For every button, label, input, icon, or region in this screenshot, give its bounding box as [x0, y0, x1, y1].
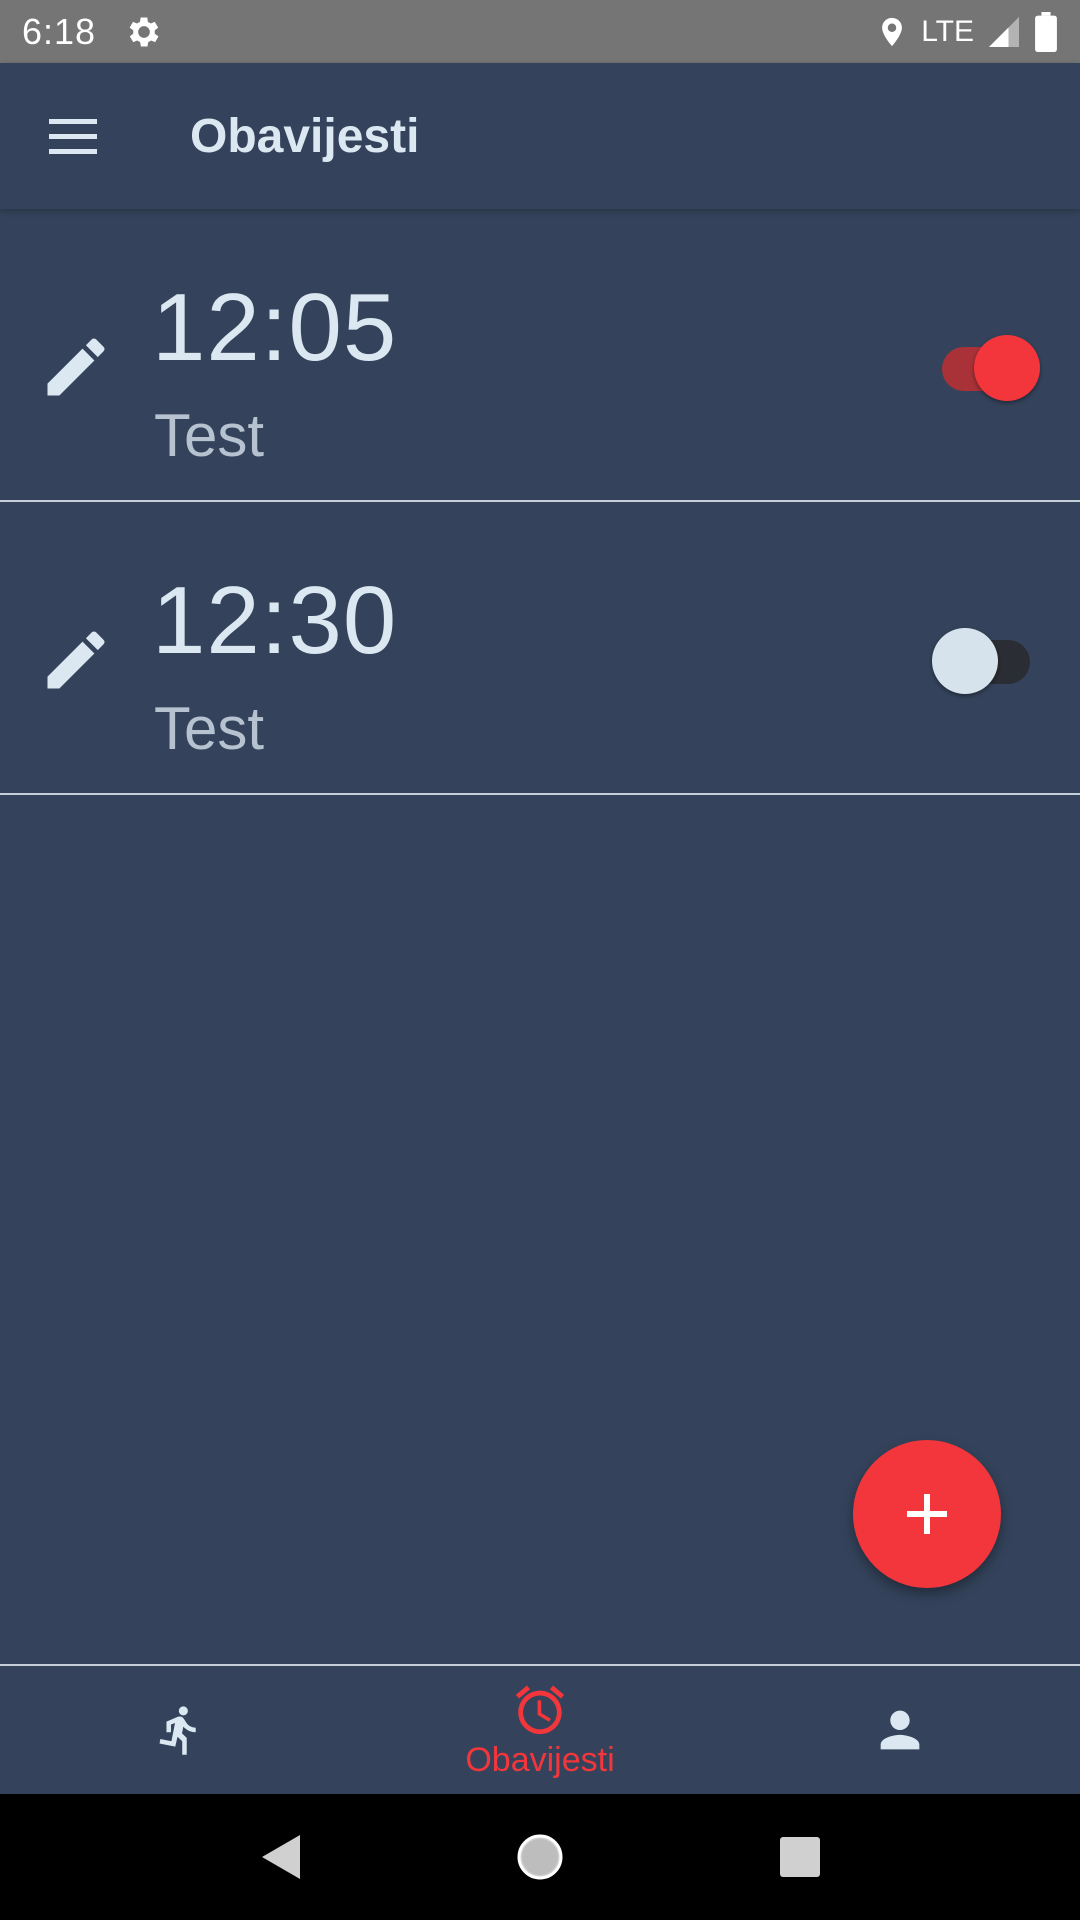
plus-icon: [907, 1494, 947, 1534]
nav-item-profile[interactable]: [720, 1666, 1080, 1794]
nav-label-notifications: Obavijesti: [465, 1740, 615, 1779]
edit-alarm-button[interactable]: [36, 327, 116, 407]
menu-icon: [49, 119, 97, 154]
recents-button[interactable]: [760, 1817, 840, 1897]
status-bar: 6:18 LTE: [0, 0, 1080, 63]
add-alarm-button[interactable]: [853, 1440, 1001, 1588]
home-circle-icon: [517, 1834, 563, 1880]
alarm-row[interactable]: 12:05 Test: [0, 209, 1080, 502]
running-icon: [159, 1706, 196, 1755]
settings-icon: [129, 17, 159, 46]
pencil-icon: [47, 631, 105, 689]
network-type: LTE: [921, 14, 974, 48]
menu-button[interactable]: [0, 63, 146, 209]
alarm-row[interactable]: 12:30 Test: [0, 502, 1080, 795]
signal-icon: [989, 16, 1019, 47]
back-button[interactable]: [240, 1817, 320, 1897]
toggle-thumb: [974, 335, 1040, 401]
app-screen: 6:18 LTE Obavijesti 12:05 Test 12:30 Tes…: [0, 0, 1080, 1920]
edit-alarm-button[interactable]: [36, 620, 116, 700]
alarm-toggle[interactable]: [932, 325, 1042, 401]
alarm-list: 12:05 Test 12:30 Test: [0, 209, 1080, 795]
page-title: Obavijesti: [190, 109, 420, 163]
location-icon: [882, 17, 903, 46]
recents-square-icon: [780, 1837, 820, 1877]
alarm-toggle[interactable]: [932, 618, 1042, 694]
nav-item-activity[interactable]: [0, 1666, 360, 1794]
alarm-clock-icon: [515, 1684, 565, 1734]
pencil-icon: [47, 338, 105, 396]
alarm-time: 12:30: [152, 567, 398, 674]
system-navigation-bar: [0, 1794, 1080, 1920]
alarm-time: 12:05: [152, 274, 398, 381]
toggle-thumb: [932, 628, 998, 694]
bottom-navigation: Obavijesti: [0, 1664, 1080, 1794]
nav-item-notifications[interactable]: Obavijesti: [360, 1666, 720, 1794]
back-triangle-icon: [262, 1835, 300, 1879]
home-button[interactable]: [500, 1817, 580, 1897]
status-time: 6:18: [22, 10, 97, 52]
alarm-label: Test: [154, 695, 265, 762]
status-right-cluster: LTE: [875, 11, 1058, 52]
app-bar: Obavijesti: [0, 63, 1080, 209]
battery-icon: [1035, 11, 1057, 52]
person-icon: [880, 1710, 920, 1750]
alarm-label: Test: [154, 402, 265, 469]
